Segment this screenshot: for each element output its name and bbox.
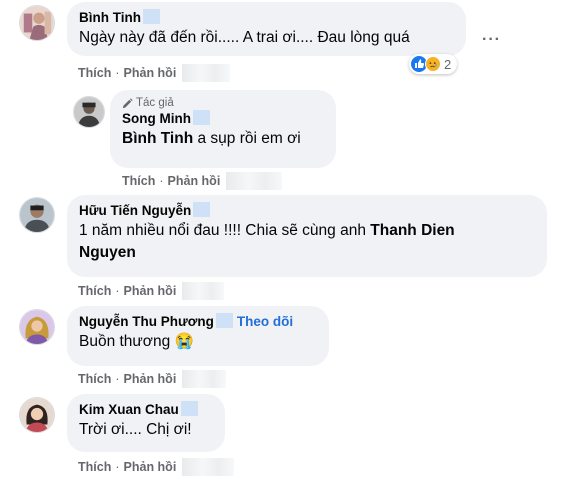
redacted-timestamp xyxy=(182,282,225,300)
reply-link[interactable]: Phản hồi xyxy=(168,174,221,188)
like-link[interactable]: Thích xyxy=(78,372,111,386)
reply-link[interactable]: Phản hồi xyxy=(124,66,177,80)
like-link[interactable]: Thích xyxy=(122,174,155,188)
redacted-badge xyxy=(193,202,211,217)
comment-text: Bình Tinh a sụp rồi em ơi xyxy=(122,130,301,147)
comment-author[interactable]: Hữu Tiến Nguyễn xyxy=(79,202,535,220)
comment-actions-4: Thích · Phản hồi xyxy=(78,370,227,388)
comment-actions-5: Thích · Phản hồi xyxy=(78,458,235,476)
more-options-icon[interactable]: ··· xyxy=(482,31,501,49)
redacted-badge xyxy=(143,9,160,24)
redacted-timestamp xyxy=(182,458,235,476)
crying-emoji: 😭 xyxy=(174,333,194,350)
comment-text: Trời ơi.... Chị ơi! xyxy=(79,421,192,438)
avatar-song-minh[interactable] xyxy=(73,96,105,128)
comment-text: Buồn thương 😭 xyxy=(79,333,194,350)
comment-bubble-5: Kim Xuan Chau Trời ơi.... Chị ơi! xyxy=(67,394,225,452)
comment-author[interactable]: Song Minh xyxy=(122,110,324,128)
comment-author[interactable]: Nguyễn Thu Phương Theo dõi xyxy=(79,313,317,331)
like-link[interactable]: Thích xyxy=(78,284,111,298)
reply-link[interactable]: Phản hồi xyxy=(124,284,177,298)
avatar-image xyxy=(74,97,104,127)
mention-link-continued[interactable]: Nguyen xyxy=(79,244,136,261)
avatar-huu-tien-nguyen[interactable] xyxy=(19,197,55,233)
redacted-badge xyxy=(215,313,233,328)
redacted-badge xyxy=(180,401,198,416)
reply-link[interactable]: Phản hồi xyxy=(124,372,177,386)
comment-actions-2: Thích · Phản hồi xyxy=(122,172,283,190)
comment-bubble-3: Hữu Tiến Nguyễn 1 năm nhiều nổi đau !!!!… xyxy=(67,195,547,277)
comment-bubble-2: Tác giả Song Minh Bình Tinh a sụp rồi em… xyxy=(110,90,336,168)
comment-actions-3: Thích · Phản hồi xyxy=(78,282,225,300)
avatar-image xyxy=(20,398,54,432)
redacted-badge xyxy=(192,110,210,125)
comment-text: Ngày này đã đến rồi..... A trai ơi.... Đ… xyxy=(79,29,410,46)
like-link[interactable]: Thích xyxy=(78,66,111,80)
reaction-summary[interactable]: 2 xyxy=(409,54,458,74)
mention-link[interactable]: Bình Tinh xyxy=(122,130,193,147)
author-badge: Tác giả xyxy=(122,97,324,109)
comment-author[interactable]: Bình Tinh xyxy=(79,9,454,27)
redacted-timestamp xyxy=(226,172,283,190)
sad-icon xyxy=(425,56,441,72)
mention-link[interactable]: Thanh Dien xyxy=(370,222,454,239)
comment-bubble-1: Bình Tinh Ngày này đã đến rồi..... A tra… xyxy=(67,2,466,56)
redacted-timestamp xyxy=(182,64,231,82)
comment-author[interactable]: Kim Xuan Chau xyxy=(79,401,213,419)
avatar-kim-xuan-chau[interactable] xyxy=(19,397,55,433)
avatar-nguyen-thu-phuong[interactable] xyxy=(19,309,55,345)
comment-bubble-4: Nguyễn Thu Phương Theo dõi Buồn thương 😭 xyxy=(67,306,329,366)
comment-actions-1: Thích · Phản hồi xyxy=(78,64,231,82)
avatar-image xyxy=(20,310,54,344)
redacted-timestamp xyxy=(182,370,227,388)
reaction-count: 2 xyxy=(444,56,452,72)
comment-text: 1 năm nhiều nổi đau !!!! Chia sẽ cùng an… xyxy=(79,222,455,261)
like-link[interactable]: Thích xyxy=(78,460,111,474)
follow-link[interactable]: Theo dõi xyxy=(237,314,293,329)
avatar-binh-tinh[interactable] xyxy=(19,5,55,41)
avatar-image xyxy=(20,6,54,40)
reply-link[interactable]: Phản hồi xyxy=(124,460,177,474)
avatar-image xyxy=(20,198,54,232)
pencil-icon xyxy=(122,97,133,108)
